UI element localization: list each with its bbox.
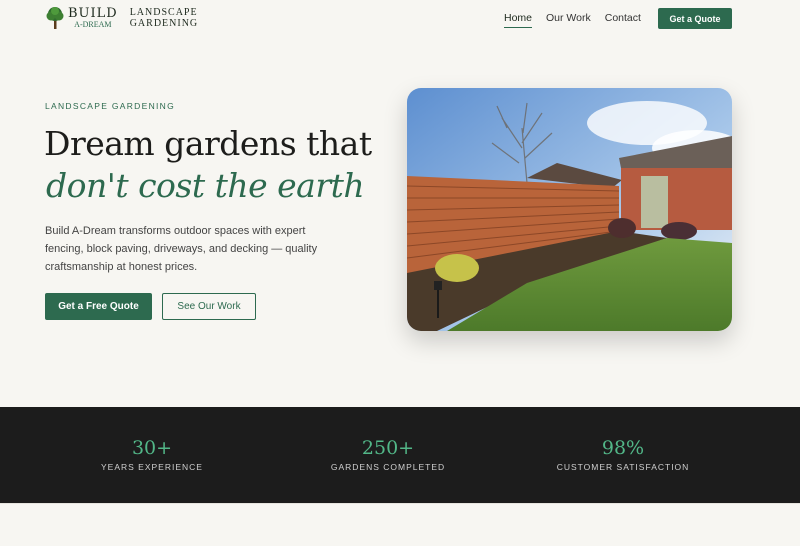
hero-eyebrow: LANDSCAPE GARDENING [45, 101, 176, 111]
nav-link-contact[interactable]: Contact [605, 12, 641, 28]
stat-label: GARDENS COMPLETED [330, 462, 446, 472]
hero-heading-line2: don't cost the earth [46, 166, 365, 205]
logo-tagline: LANDSCAPE GARDENING [129, 7, 199, 29]
get-a-quote-button[interactable]: Get a Quote [658, 8, 732, 29]
see-our-work-button[interactable]: See Our Work [162, 293, 256, 320]
nav-link-home[interactable]: Home [504, 12, 533, 28]
brand-logo[interactable]: BUILD A-DREAM LANDSCAPE GARDENING [45, 6, 198, 30]
stat-satisfaction: 98% CUSTOMER SATISFACTION [523, 437, 723, 472]
nav-link-our-work[interactable]: Our Work [546, 12, 591, 28]
top-nav: BUILD A-DREAM LANDSCAPE GARDENING Home O… [0, 0, 800, 38]
stat-label: YEARS EXPERIENCE [101, 462, 203, 472]
hero-heading-line1: Dream gardens that [44, 124, 372, 163]
stat-value: 98% [601, 437, 645, 459]
garden-photo-illustration [407, 88, 732, 331]
logo-sub: A-DREAM [74, 20, 112, 29]
tree-logo-icon [46, 7, 64, 29]
get-free-quote-button[interactable]: Get a Free Quote [45, 293, 152, 320]
logo-word: BUILD [68, 6, 118, 21]
stats-band: 30+ YEARS EXPERIENCE 250+ GARDENS COMPLE… [0, 407, 800, 503]
hero-lead-text: Build A-Dream transforms outdoor spaces … [45, 225, 318, 273]
stat-value: 250+ [361, 437, 415, 459]
hero-garden-image [407, 88, 732, 331]
stat-value: 30+ [131, 437, 173, 459]
stat-label: CUSTOMER SATISFACTION [556, 462, 690, 472]
nav-links: Home Our Work Contact [504, 12, 641, 28]
next-section [0, 503, 800, 546]
stat-years: 30+ YEARS EXPERIENCE [52, 437, 252, 472]
stat-gardens: 250+ GARDENS COMPLETED [288, 437, 488, 472]
